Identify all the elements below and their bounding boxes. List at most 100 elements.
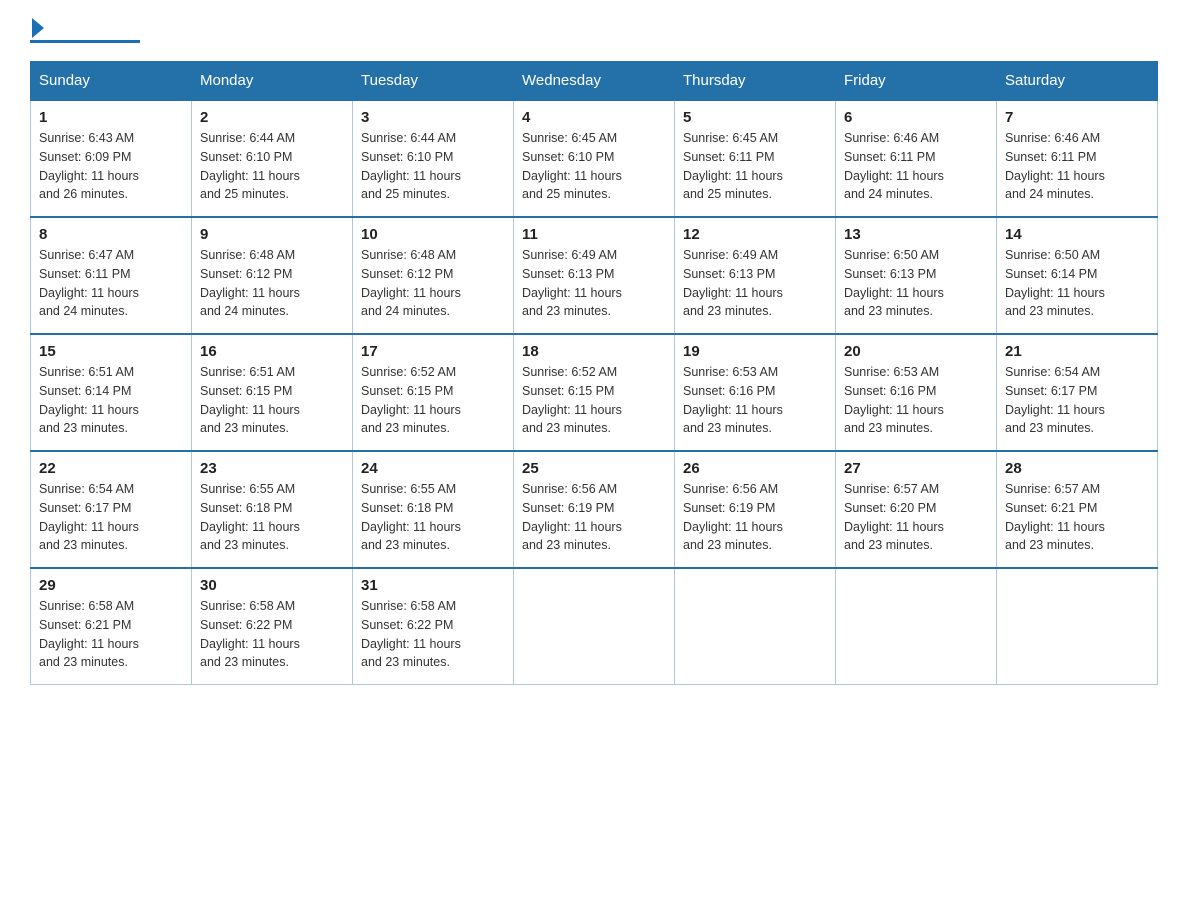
day-number: 11 xyxy=(522,226,666,243)
day-info: Sunrise: 6:56 AM Sunset: 6:19 PM Dayligh… xyxy=(683,480,827,555)
empty-cell xyxy=(997,568,1158,685)
day-cell-29: 29 Sunrise: 6:58 AM Sunset: 6:21 PM Dayl… xyxy=(31,568,192,685)
day-info: Sunrise: 6:53 AM Sunset: 6:16 PM Dayligh… xyxy=(683,363,827,438)
day-info: Sunrise: 6:49 AM Sunset: 6:13 PM Dayligh… xyxy=(683,246,827,321)
day-number: 5 xyxy=(683,109,827,126)
day-number: 19 xyxy=(683,343,827,360)
day-info: Sunrise: 6:51 AM Sunset: 6:14 PM Dayligh… xyxy=(39,363,183,438)
day-info: Sunrise: 6:47 AM Sunset: 6:11 PM Dayligh… xyxy=(39,246,183,321)
page-header xyxy=(30,20,1158,43)
day-number: 4 xyxy=(522,109,666,126)
day-cell-30: 30 Sunrise: 6:58 AM Sunset: 6:22 PM Dayl… xyxy=(192,568,353,685)
day-cell-14: 14 Sunrise: 6:50 AM Sunset: 6:14 PM Dayl… xyxy=(997,217,1158,334)
day-info: Sunrise: 6:45 AM Sunset: 6:10 PM Dayligh… xyxy=(522,129,666,204)
empty-cell xyxy=(836,568,997,685)
day-info: Sunrise: 6:57 AM Sunset: 6:20 PM Dayligh… xyxy=(844,480,988,555)
empty-cell xyxy=(675,568,836,685)
day-number: 17 xyxy=(361,343,505,360)
day-info: Sunrise: 6:54 AM Sunset: 6:17 PM Dayligh… xyxy=(1005,363,1149,438)
day-cell-23: 23 Sunrise: 6:55 AM Sunset: 6:18 PM Dayl… xyxy=(192,451,353,568)
day-info: Sunrise: 6:58 AM Sunset: 6:22 PM Dayligh… xyxy=(200,597,344,672)
day-number: 13 xyxy=(844,226,988,243)
col-header-saturday: Saturday xyxy=(997,62,1158,101)
day-info: Sunrise: 6:46 AM Sunset: 6:11 PM Dayligh… xyxy=(844,129,988,204)
col-header-tuesday: Tuesday xyxy=(353,62,514,101)
day-info: Sunrise: 6:55 AM Sunset: 6:18 PM Dayligh… xyxy=(200,480,344,555)
day-info: Sunrise: 6:58 AM Sunset: 6:22 PM Dayligh… xyxy=(361,597,505,672)
day-number: 7 xyxy=(1005,109,1149,126)
day-number: 3 xyxy=(361,109,505,126)
day-number: 29 xyxy=(39,577,183,594)
col-header-wednesday: Wednesday xyxy=(514,62,675,101)
day-number: 12 xyxy=(683,226,827,243)
day-cell-13: 13 Sunrise: 6:50 AM Sunset: 6:13 PM Dayl… xyxy=(836,217,997,334)
day-info: Sunrise: 6:45 AM Sunset: 6:11 PM Dayligh… xyxy=(683,129,827,204)
week-row-2: 8 Sunrise: 6:47 AM Sunset: 6:11 PM Dayli… xyxy=(31,217,1158,334)
day-info: Sunrise: 6:52 AM Sunset: 6:15 PM Dayligh… xyxy=(361,363,505,438)
day-info: Sunrise: 6:48 AM Sunset: 6:12 PM Dayligh… xyxy=(361,246,505,321)
day-number: 18 xyxy=(522,343,666,360)
calendar-header-row: SundayMondayTuesdayWednesdayThursdayFrid… xyxy=(31,62,1158,101)
day-info: Sunrise: 6:53 AM Sunset: 6:16 PM Dayligh… xyxy=(844,363,988,438)
day-cell-21: 21 Sunrise: 6:54 AM Sunset: 6:17 PM Dayl… xyxy=(997,334,1158,451)
day-number: 10 xyxy=(361,226,505,243)
day-number: 8 xyxy=(39,226,183,243)
day-number: 20 xyxy=(844,343,988,360)
day-info: Sunrise: 6:43 AM Sunset: 6:09 PM Dayligh… xyxy=(39,129,183,204)
day-cell-5: 5 Sunrise: 6:45 AM Sunset: 6:11 PM Dayli… xyxy=(675,100,836,217)
day-info: Sunrise: 6:57 AM Sunset: 6:21 PM Dayligh… xyxy=(1005,480,1149,555)
day-info: Sunrise: 6:44 AM Sunset: 6:10 PM Dayligh… xyxy=(200,129,344,204)
calendar-table: SundayMondayTuesdayWednesdayThursdayFrid… xyxy=(30,61,1158,685)
logo-underline xyxy=(30,40,140,43)
day-info: Sunrise: 6:54 AM Sunset: 6:17 PM Dayligh… xyxy=(39,480,183,555)
col-header-sunday: Sunday xyxy=(31,62,192,101)
day-cell-9: 9 Sunrise: 6:48 AM Sunset: 6:12 PM Dayli… xyxy=(192,217,353,334)
day-number: 9 xyxy=(200,226,344,243)
day-cell-22: 22 Sunrise: 6:54 AM Sunset: 6:17 PM Dayl… xyxy=(31,451,192,568)
day-cell-1: 1 Sunrise: 6:43 AM Sunset: 6:09 PM Dayli… xyxy=(31,100,192,217)
day-cell-27: 27 Sunrise: 6:57 AM Sunset: 6:20 PM Dayl… xyxy=(836,451,997,568)
col-header-friday: Friday xyxy=(836,62,997,101)
day-number: 28 xyxy=(1005,460,1149,477)
day-cell-11: 11 Sunrise: 6:49 AM Sunset: 6:13 PM Dayl… xyxy=(514,217,675,334)
day-number: 24 xyxy=(361,460,505,477)
day-info: Sunrise: 6:51 AM Sunset: 6:15 PM Dayligh… xyxy=(200,363,344,438)
day-number: 1 xyxy=(39,109,183,126)
logo xyxy=(30,20,140,43)
day-cell-7: 7 Sunrise: 6:46 AM Sunset: 6:11 PM Dayli… xyxy=(997,100,1158,217)
week-row-1: 1 Sunrise: 6:43 AM Sunset: 6:09 PM Dayli… xyxy=(31,100,1158,217)
week-row-4: 22 Sunrise: 6:54 AM Sunset: 6:17 PM Dayl… xyxy=(31,451,1158,568)
day-number: 21 xyxy=(1005,343,1149,360)
logo-arrow-icon xyxy=(32,18,44,38)
day-number: 26 xyxy=(683,460,827,477)
day-cell-10: 10 Sunrise: 6:48 AM Sunset: 6:12 PM Dayl… xyxy=(353,217,514,334)
logo-text xyxy=(30,20,44,38)
day-number: 30 xyxy=(200,577,344,594)
day-cell-6: 6 Sunrise: 6:46 AM Sunset: 6:11 PM Dayli… xyxy=(836,100,997,217)
col-header-thursday: Thursday xyxy=(675,62,836,101)
day-cell-16: 16 Sunrise: 6:51 AM Sunset: 6:15 PM Dayl… xyxy=(192,334,353,451)
day-cell-25: 25 Sunrise: 6:56 AM Sunset: 6:19 PM Dayl… xyxy=(514,451,675,568)
day-number: 25 xyxy=(522,460,666,477)
day-number: 16 xyxy=(200,343,344,360)
day-cell-2: 2 Sunrise: 6:44 AM Sunset: 6:10 PM Dayli… xyxy=(192,100,353,217)
day-cell-24: 24 Sunrise: 6:55 AM Sunset: 6:18 PM Dayl… xyxy=(353,451,514,568)
day-cell-28: 28 Sunrise: 6:57 AM Sunset: 6:21 PM Dayl… xyxy=(997,451,1158,568)
day-cell-8: 8 Sunrise: 6:47 AM Sunset: 6:11 PM Dayli… xyxy=(31,217,192,334)
day-number: 31 xyxy=(361,577,505,594)
day-info: Sunrise: 6:48 AM Sunset: 6:12 PM Dayligh… xyxy=(200,246,344,321)
day-info: Sunrise: 6:58 AM Sunset: 6:21 PM Dayligh… xyxy=(39,597,183,672)
day-number: 14 xyxy=(1005,226,1149,243)
day-info: Sunrise: 6:55 AM Sunset: 6:18 PM Dayligh… xyxy=(361,480,505,555)
day-info: Sunrise: 6:46 AM Sunset: 6:11 PM Dayligh… xyxy=(1005,129,1149,204)
day-number: 22 xyxy=(39,460,183,477)
week-row-3: 15 Sunrise: 6:51 AM Sunset: 6:14 PM Dayl… xyxy=(31,334,1158,451)
day-cell-15: 15 Sunrise: 6:51 AM Sunset: 6:14 PM Dayl… xyxy=(31,334,192,451)
day-cell-19: 19 Sunrise: 6:53 AM Sunset: 6:16 PM Dayl… xyxy=(675,334,836,451)
day-cell-12: 12 Sunrise: 6:49 AM Sunset: 6:13 PM Dayl… xyxy=(675,217,836,334)
day-cell-31: 31 Sunrise: 6:58 AM Sunset: 6:22 PM Dayl… xyxy=(353,568,514,685)
day-info: Sunrise: 6:50 AM Sunset: 6:13 PM Dayligh… xyxy=(844,246,988,321)
day-info: Sunrise: 6:44 AM Sunset: 6:10 PM Dayligh… xyxy=(361,129,505,204)
day-cell-3: 3 Sunrise: 6:44 AM Sunset: 6:10 PM Dayli… xyxy=(353,100,514,217)
day-cell-20: 20 Sunrise: 6:53 AM Sunset: 6:16 PM Dayl… xyxy=(836,334,997,451)
